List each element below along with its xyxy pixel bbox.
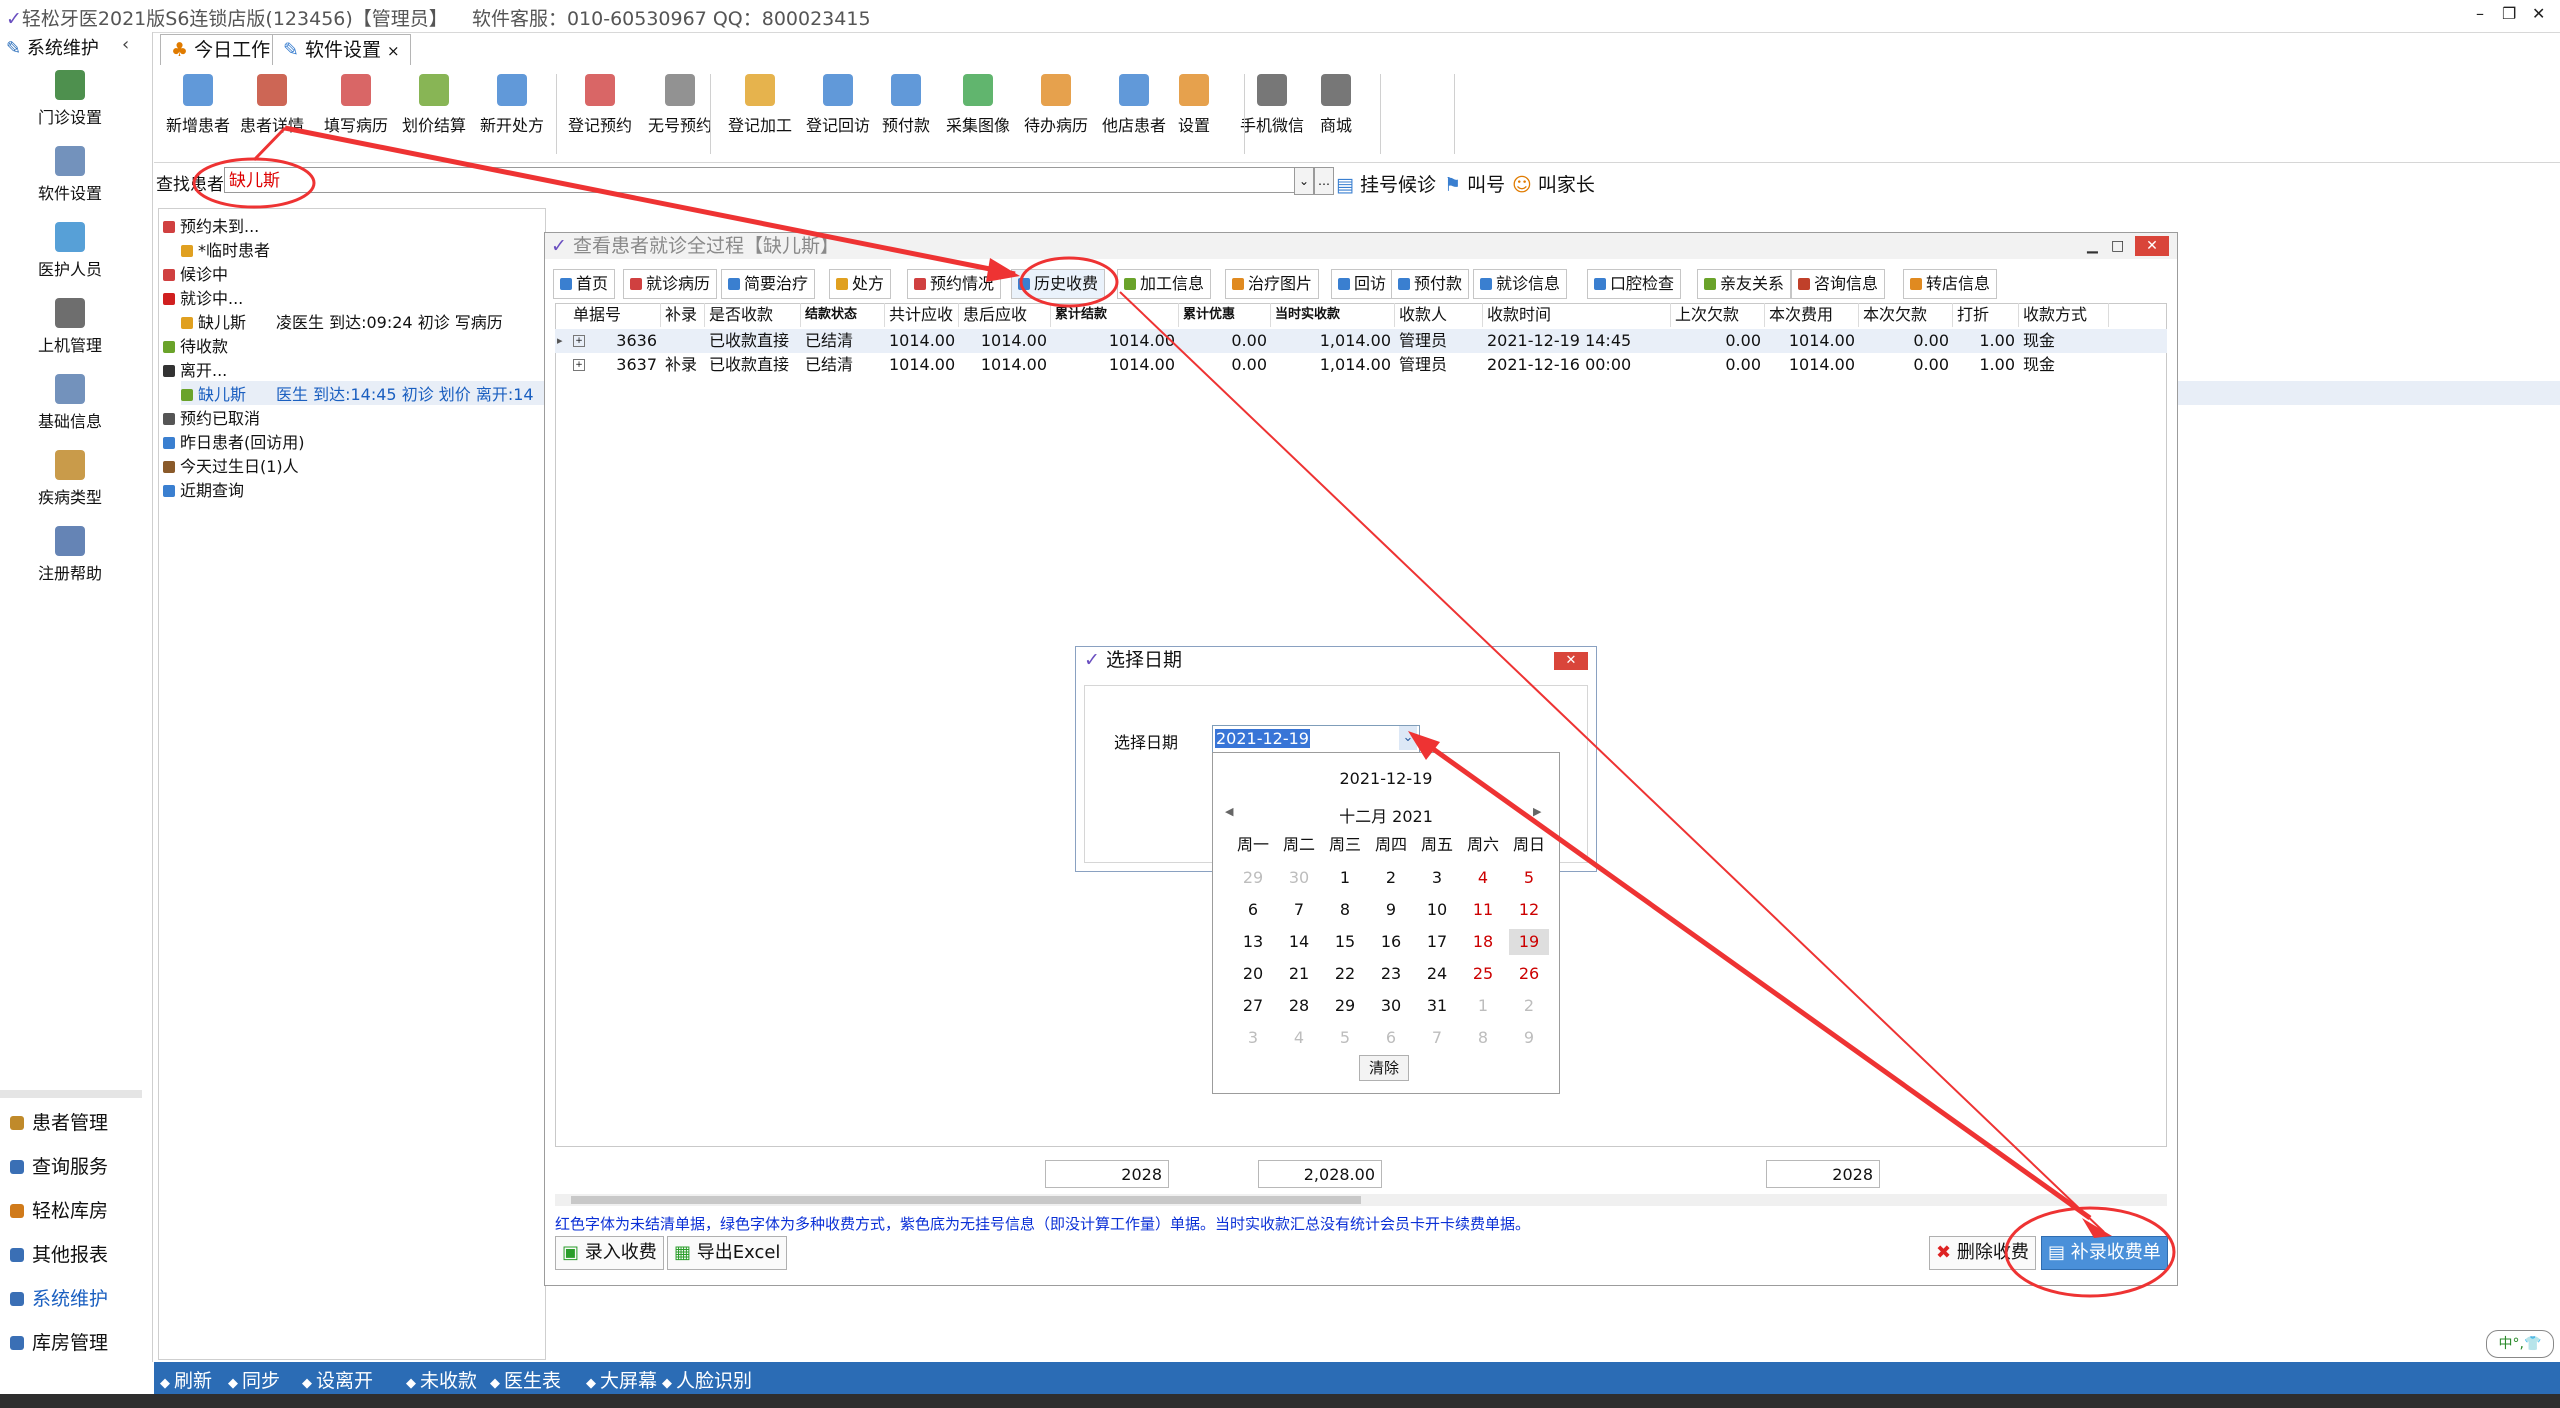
annotation-arrowhead-3 xyxy=(2082,1218,2112,1238)
annotation-line-3 xyxy=(1119,291,2105,1233)
annotation-arrow-1 xyxy=(252,126,287,162)
annotation-arrow-4 xyxy=(1413,733,2092,1221)
annotation-circle-search xyxy=(192,157,316,209)
annotation-arrow-2 xyxy=(284,125,1016,277)
annotation-arrowhead-2 xyxy=(986,258,1020,282)
annotation-circle-supplement xyxy=(2004,1206,2176,1298)
annotation-circle-history-tab xyxy=(1019,256,1119,308)
annotation-overlay xyxy=(192,125,2176,1298)
annotation-arrowhead-4 xyxy=(1408,731,1440,760)
